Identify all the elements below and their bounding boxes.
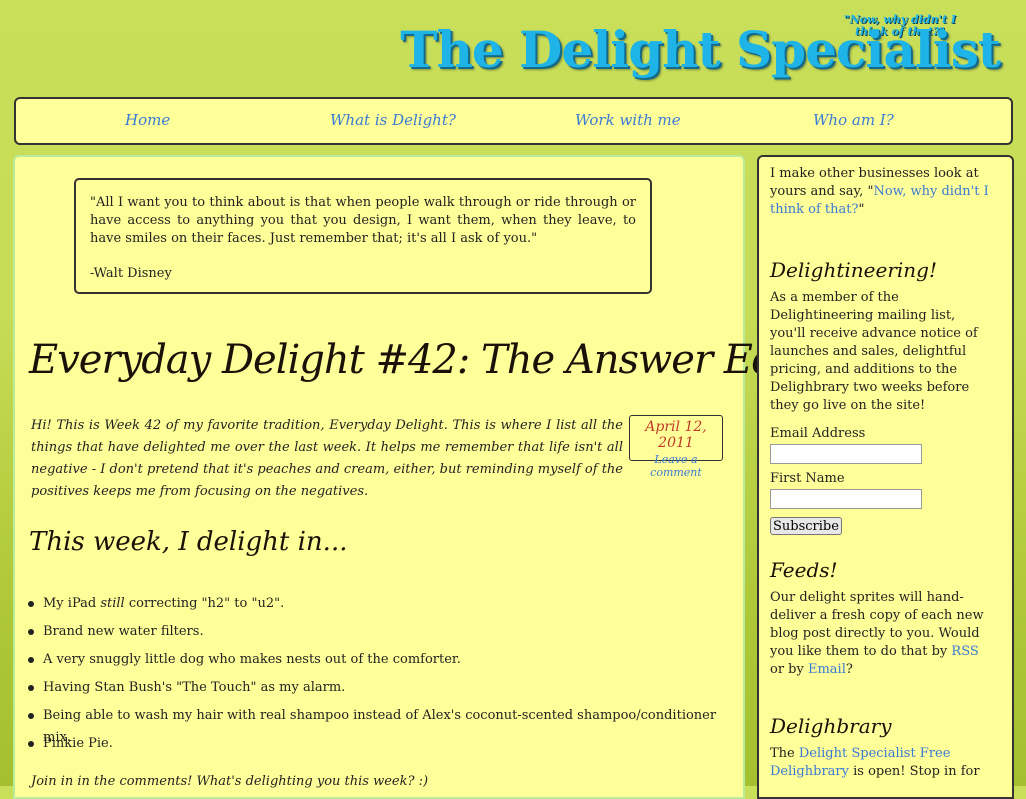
post-date-box: April 12, 2011 Leave a comment	[629, 415, 723, 479]
post-date: April 12, 2011	[645, 419, 707, 451]
list-item: My iPad still correcting "h2" to "u2".	[25, 593, 725, 621]
quote-box: "All I want you to think about is that w…	[74, 178, 652, 294]
quote-attribution: -Walt Disney	[90, 266, 172, 281]
post-title[interactable]: Everyday Delight #42: The Answer Edition	[29, 337, 864, 383]
delighbrary-heading: Delighbrary	[770, 714, 892, 738]
list-item: A very snuggly little dog who makes nest…	[25, 649, 725, 677]
main-content: "All I want you to think about is that w…	[13, 155, 864, 799]
delightineering-text: As a member of the Delightineering maili…	[770, 290, 978, 413]
post-intro: Hi! This is Week 42 of my favorite tradi…	[31, 418, 623, 499]
list-item: Pinkie Pie.	[25, 733, 725, 761]
email-label: Email Address	[770, 426, 866, 441]
list-item: Being able to wash my hair with real sha…	[25, 705, 725, 745]
nav-what-is-delight[interactable]: What is Delight?	[330, 111, 456, 129]
nav-who-am-i[interactable]: Who am I?	[813, 111, 894, 129]
delightineering-section: Delightineering! As a member of the Deli…	[770, 258, 992, 536]
subscribe-button[interactable]: Subscribe	[770, 517, 842, 535]
leave-comment-link[interactable]: Leave a comment	[630, 453, 722, 479]
email-field[interactable]	[770, 444, 922, 464]
post-closing: Join in in the comments! What's delighti…	[31, 774, 429, 789]
list-item: Brand new water filters.	[25, 621, 725, 649]
site-title: The Delight Specialist	[400, 20, 1001, 79]
feeds-heading: Feeds!	[770, 558, 838, 582]
post-subheading: This week, I delight in...	[29, 527, 348, 557]
email-feed-link[interactable]: Email	[808, 662, 846, 677]
sidebar-about: I make other businesses look at yours an…	[770, 166, 989, 217]
quote-text: "All I want you to think about is that w…	[90, 195, 636, 246]
feeds-text: Our delight sprites will hand-deliver a …	[770, 590, 984, 677]
delighbrary-text: The Delight Specialist Free Delighbrary …	[770, 746, 980, 779]
delight-list: My iPad still correcting "h2" to "u2". B…	[25, 593, 725, 761]
delightineering-heading: Delightineering!	[770, 258, 938, 282]
nav-home[interactable]: Home	[125, 111, 170, 129]
delighbrary-section: Delighbrary The Delight Specialist Free …	[770, 714, 992, 781]
list-item: Having Stan Bush's "The Touch" as my ala…	[25, 677, 725, 705]
main-nav: Home What is Delight? Work with me Who a…	[14, 97, 1013, 145]
feeds-section: Feeds! Our delight sprites will hand-del…	[770, 558, 992, 679]
site-logo[interactable]: "Now, why didn't I think of that?" The D…	[400, 14, 1018, 94]
sidebar: I make other businesses look at yours an…	[757, 155, 1014, 799]
nav-work-with-me[interactable]: Work with me	[575, 111, 681, 129]
first-name-field[interactable]	[770, 489, 922, 509]
rss-link[interactable]: RSS	[951, 644, 978, 659]
first-name-label: First Name	[770, 471, 845, 486]
